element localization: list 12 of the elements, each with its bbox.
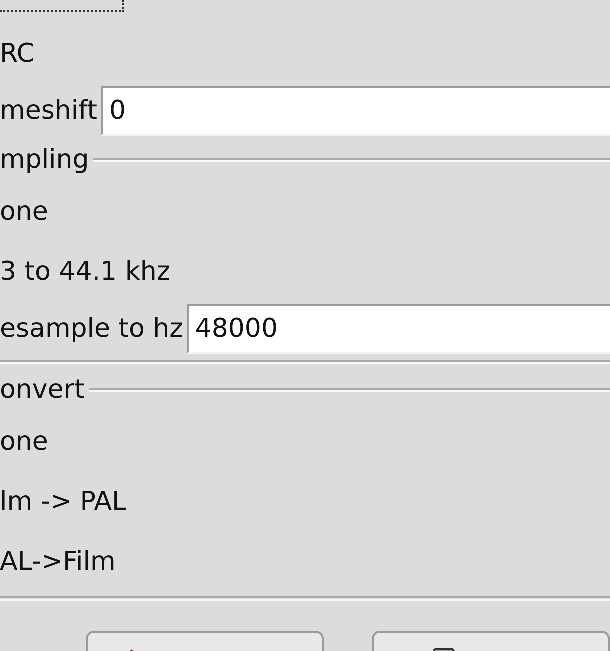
radio-option-label[interactable]: 3 to 44.1 khz [0,252,171,292]
group-title: mpling [0,144,90,176]
field-label: meshift [0,94,98,128]
field-label: esample to hz [0,312,184,346]
radio-option-label[interactable]: AL->Film [0,542,116,582]
text-field[interactable]: 48000 [187,304,610,354]
radio-option-label[interactable]: one [0,422,48,462]
radio-option-label[interactable]: one [0,192,48,232]
radio-option-label[interactable]: lm -> PAL [0,482,127,522]
text-field[interactable]: 0 [101,86,610,136]
group-title: onvert [0,374,85,406]
radio-option-label[interactable]: RC [0,34,35,74]
